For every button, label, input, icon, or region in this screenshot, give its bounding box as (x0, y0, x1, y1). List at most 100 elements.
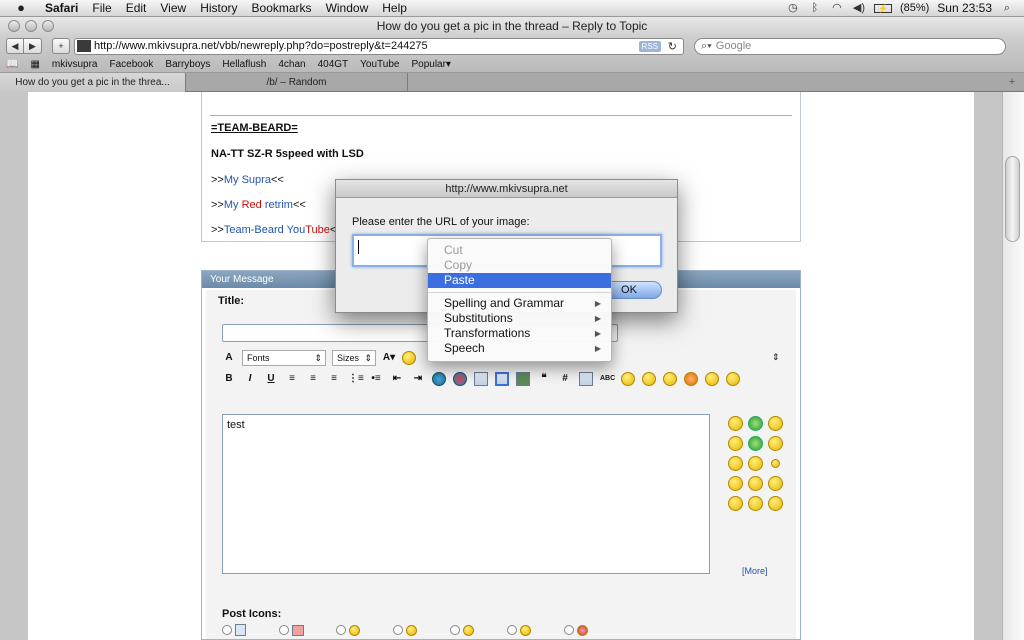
smilie-icon[interactable] (771, 459, 780, 468)
link-my-red-retrim[interactable]: My Red retrim (224, 199, 293, 211)
reload-icon[interactable]: ↻ (668, 40, 677, 53)
smilie-icon[interactable] (748, 496, 763, 511)
bookmark-hellaflush[interactable]: Hellaflush (216, 59, 272, 70)
smilie-icon[interactable] (768, 496, 783, 511)
back-button[interactable]: ◀ (6, 38, 24, 54)
bold-icon[interactable]: B (222, 372, 236, 386)
html-icon[interactable] (579, 372, 593, 386)
smilie-icon[interactable] (768, 436, 783, 451)
align-right-icon[interactable]: ≡ (327, 372, 341, 386)
remove-link-icon[interactable] (453, 372, 467, 386)
smilie-icon[interactable] (728, 456, 743, 471)
menu-item-substitutions[interactable]: Substitutions ▶ (428, 311, 611, 326)
post-icon-option[interactable] (507, 624, 564, 636)
radio-button[interactable] (450, 625, 460, 635)
unordered-list-icon[interactable]: •≡ (369, 372, 383, 386)
message-textarea[interactable]: test (222, 414, 710, 574)
search-field[interactable]: ⌕▾ Google (694, 37, 1006, 55)
spotlight-search-icon[interactable]: ⌕ (1000, 2, 1014, 15)
smilie-icon[interactable] (768, 476, 783, 491)
smilie-icon[interactable] (768, 416, 783, 431)
link-team-beard-youtube[interactable]: Team-Beard YouTube (224, 224, 330, 236)
link-my-supra[interactable]: My Supra (224, 174, 271, 186)
radio-button[interactable] (222, 625, 232, 635)
minimize-window-button[interactable] (25, 20, 37, 32)
radio-button[interactable] (507, 625, 517, 635)
menu-item-paste[interactable]: Paste (428, 273, 611, 288)
menu-help[interactable]: Help (375, 0, 414, 17)
post-icon-option[interactable] (450, 624, 507, 636)
post-icon-option[interactable] (279, 624, 336, 636)
forward-button[interactable]: ▶ (24, 38, 42, 54)
tab-reply-to-topic[interactable]: How do you get a pic in the threa... (0, 73, 186, 92)
smilie-icon[interactable] (728, 416, 743, 431)
editor-resize-icon[interactable]: ⇕ (772, 352, 780, 363)
menu-bookmarks[interactable]: Bookmarks (245, 0, 319, 17)
close-window-button[interactable] (8, 20, 20, 32)
toolbar-smilie-5-icon[interactable] (705, 372, 719, 386)
toolbar-smilie-6-icon[interactable] (726, 372, 740, 386)
address-url[interactable]: http://www.mkivsupra.net/vbb/newreply.ph… (94, 40, 428, 52)
menu-view[interactable]: View (153, 0, 193, 17)
outdent-icon[interactable]: ⇤ (390, 372, 404, 386)
menu-item-speech[interactable]: Speech ▶ (428, 341, 611, 356)
bookmark-youtube[interactable]: YouTube (354, 59, 405, 70)
battery-icon[interactable]: ⚡ (873, 3, 892, 13)
text-color-icon[interactable]: A▾ (382, 351, 396, 365)
smilie-icon[interactable] (748, 456, 763, 471)
bookmark-barryboys[interactable]: Barryboys (159, 59, 216, 70)
radio-button[interactable] (564, 625, 574, 635)
vertical-scrollbar[interactable] (1002, 92, 1024, 640)
post-icon-option[interactable] (336, 624, 393, 636)
menu-item-transformations[interactable]: Transformations ▶ (428, 326, 611, 341)
zoom-window-button[interactable] (42, 20, 54, 32)
fonts-select[interactable]: Fonts ⇕ (242, 350, 326, 366)
insert-email-icon[interactable] (474, 372, 488, 386)
insert-video-icon[interactable] (516, 372, 530, 386)
align-left-icon[interactable]: ≡ (285, 372, 299, 386)
wifi-icon[interactable]: ◠ (830, 2, 844, 15)
toolbar-smilie-3-icon[interactable] (663, 372, 677, 386)
clock[interactable]: Sun 23:53 (937, 1, 992, 15)
indent-icon[interactable]: ⇥ (411, 372, 425, 386)
radio-button[interactable] (336, 625, 346, 635)
quote-icon[interactable]: ❝ (537, 372, 551, 386)
more-smilies-link[interactable]: [More] (742, 566, 768, 576)
smilie-icon[interactable] (728, 496, 743, 511)
toolbar-smilie-1-icon[interactable] (621, 372, 635, 386)
new-tab-icon[interactable]: + (1000, 73, 1024, 91)
menu-edit[interactable]: Edit (119, 0, 154, 17)
smilie-icon[interactable] (748, 476, 763, 491)
bookmark-facebook[interactable]: Facebook (103, 59, 159, 70)
align-center-icon[interactable]: ≡ (306, 372, 320, 386)
volume-icon[interactable]: ◀) (852, 2, 866, 15)
menu-window[interactable]: Window (319, 0, 376, 17)
italic-icon[interactable]: I (243, 372, 257, 386)
search-icon[interactable]: ⌕▾ (701, 40, 712, 53)
menu-history[interactable]: History (193, 0, 244, 17)
apple-icon[interactable]: ● (12, 1, 30, 15)
post-icon-option[interactable] (564, 624, 621, 636)
menu-item-spelling-and-grammar[interactable]: Spelling and Grammar ▶ (428, 296, 611, 311)
scrollbar-thumb[interactable] (1005, 156, 1020, 242)
remove-format-icon[interactable]: A (222, 351, 236, 365)
code-hash-icon[interactable]: # (558, 372, 572, 386)
sizes-select[interactable]: Sizes ⇕ (332, 350, 376, 366)
smilie-icon[interactable] (748, 416, 763, 431)
insert-link-icon[interactable] (432, 372, 446, 386)
radio-button[interactable] (393, 625, 403, 635)
post-icon-option[interactable] (222, 624, 279, 636)
rss-button[interactable]: RSS (638, 40, 661, 52)
bluetooth-icon[interactable]: ᛒ (808, 2, 822, 15)
tab-b-random[interactable]: /b/ – Random (186, 73, 408, 92)
toolbar-smilie-4-icon[interactable] (684, 372, 698, 386)
smilie-icon[interactable] (402, 351, 416, 365)
toolbar-smilie-2-icon[interactable] (642, 372, 656, 386)
ordered-list-icon[interactable]: ⋮≡ (348, 372, 364, 386)
smilie-icon[interactable] (728, 476, 743, 491)
smilie-icon[interactable] (728, 436, 743, 451)
insert-image-icon[interactable] (495, 372, 509, 386)
smilie-icon[interactable] (748, 436, 763, 451)
address-bar[interactable]: http://www.mkivsupra.net/vbb/newreply.ph… (74, 37, 684, 55)
radio-button[interactable] (279, 625, 289, 635)
